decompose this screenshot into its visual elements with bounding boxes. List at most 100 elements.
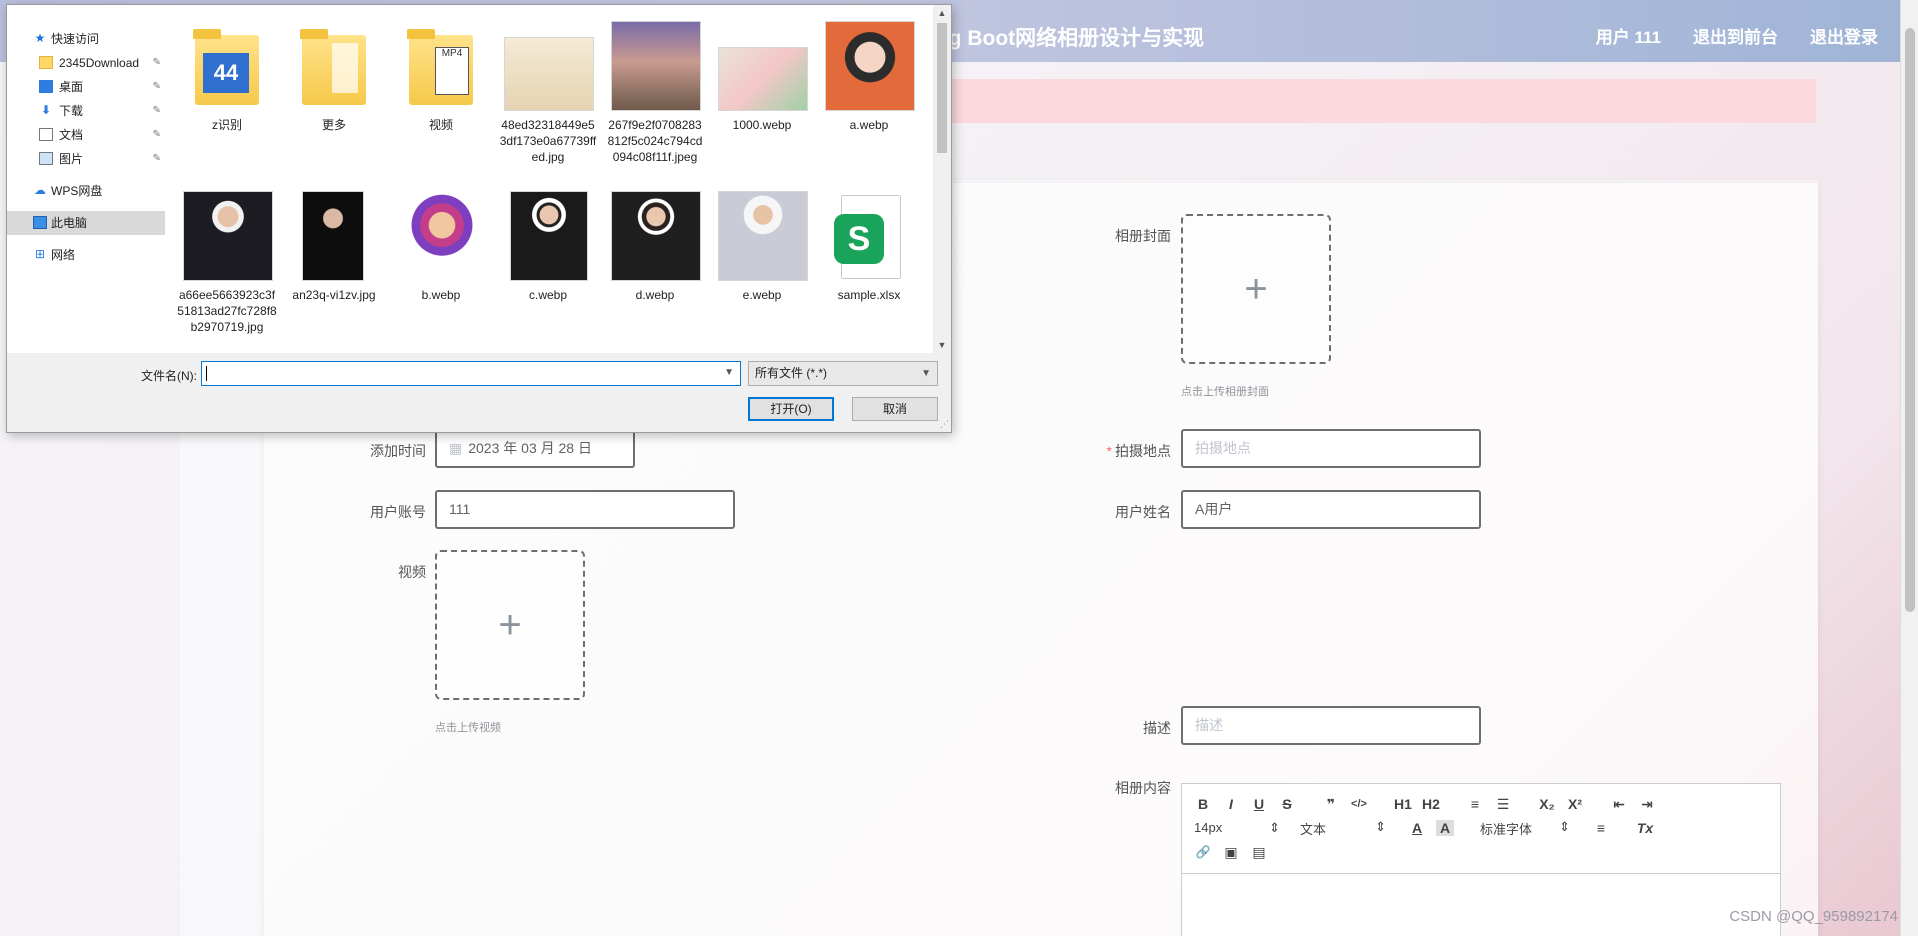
file-item[interactable]: b.webp	[391, 191, 491, 303]
image-thumbnail	[611, 21, 701, 111]
file-item[interactable]: d.webp	[605, 191, 705, 303]
ordered-list-button[interactable]: ≡	[1466, 796, 1484, 812]
file-item[interactable]: a66ee5663923c3f51813ad27fc728f8b2970719.…	[177, 191, 277, 335]
bullet-list-button[interactable]: ☰	[1494, 796, 1512, 813]
file-item[interactable]: a.webp	[819, 21, 919, 133]
italic-button[interactable]: I	[1222, 796, 1240, 812]
pin-icon: ✎	[152, 129, 161, 140]
folder-icon: MP4	[407, 29, 473, 105]
image-thumbnail	[718, 47, 808, 111]
alert-banner	[950, 79, 1816, 123]
nav-logout[interactable]: 退出登录	[1810, 23, 1878, 48]
superscript-button[interactable]: X²	[1566, 796, 1584, 812]
nav-wps[interactable]: ☁ WPS网盘	[7, 179, 165, 203]
nav-back-to-front[interactable]: 退出到前台	[1693, 23, 1778, 48]
image-thumbnail	[397, 191, 487, 281]
image-button[interactable]: ▣	[1222, 844, 1240, 861]
open-button[interactable]: 打开(O)	[748, 397, 834, 421]
nav-item-pictures[interactable]: 图片 ✎	[7, 147, 165, 171]
filename-input[interactable]: ▼	[201, 361, 741, 386]
image-thumbnail	[611, 191, 701, 281]
chevron-down-icon: ▼	[921, 368, 931, 379]
underline-button[interactable]: U	[1250, 796, 1268, 812]
h2-button[interactable]: H2	[1422, 796, 1440, 812]
nav-item-2345download[interactable]: 2345Download ✎	[7, 51, 165, 75]
font-size-select[interactable]: 14px ⇕	[1194, 820, 1280, 836]
file-item[interactable]: c.webp	[498, 191, 598, 303]
indent-button[interactable]: ⇥	[1638, 796, 1656, 813]
nav-item-documents[interactable]: 文档 ✎	[7, 123, 165, 147]
toolbar-row-insert: 🔗 ▣ ▤	[1194, 840, 1768, 864]
file-item[interactable]: 267f9e2f0708283812f5c024c794cd094c08f11f…	[605, 21, 705, 165]
outdent-button[interactable]: ⇤	[1610, 796, 1628, 813]
code-block-button[interactable]: </>	[1350, 798, 1368, 810]
font-family-select[interactable]: 标准字体 ⇕	[1480, 819, 1570, 838]
scroll-down-icon[interactable]: ▼	[933, 337, 951, 353]
description-label: 描述	[1143, 720, 1171, 736]
picture-icon	[39, 152, 53, 165]
cover-uploader[interactable]: +	[1181, 214, 1331, 364]
nav-this-pc[interactable]: 此电脑	[7, 211, 165, 235]
cancel-button[interactable]: 取消	[852, 397, 938, 421]
bold-button[interactable]: B	[1194, 796, 1212, 812]
add-time-field[interactable]: ▦ 2023 年 03 月 28 日	[435, 429, 635, 468]
description-input[interactable]: 描述	[1181, 706, 1481, 745]
toolbar-row-format: B I U S ❞ </> H1 H2 ≡ ☰ X₂ X² ⇤ ⇥	[1194, 792, 1768, 816]
nav-item-desktop[interactable]: 桌面 ✎	[7, 75, 165, 99]
video-uploader[interactable]: +	[435, 550, 585, 700]
file-item[interactable]: 44 z识别	[177, 21, 277, 133]
nav-quick-access[interactable]: ★ 快速访问	[7, 27, 165, 51]
required-mark: *	[1106, 443, 1112, 459]
image-thumbnail	[504, 37, 594, 111]
filetype-select[interactable]: 所有文件 (*.*) ▼	[748, 361, 938, 386]
page-scrollbar-thumb[interactable]	[1905, 28, 1915, 612]
rich-text-editor[interactable]: B I U S ❞ </> H1 H2 ≡ ☰ X₂ X² ⇤ ⇥ 14px ⇕ …	[1181, 783, 1781, 936]
video-button[interactable]: ▤	[1250, 844, 1268, 861]
subscript-button[interactable]: X₂	[1538, 796, 1556, 812]
background-color-button[interactable]: A	[1436, 820, 1454, 836]
updown-icon: ⇕	[1269, 820, 1280, 835]
user-name-field[interactable]: A用户	[1181, 490, 1481, 529]
user-account-field[interactable]: 111	[435, 490, 735, 529]
nav-network[interactable]: ⊞ 网络	[7, 243, 165, 267]
plus-icon: +	[1244, 266, 1268, 311]
pin-icon: ✎	[152, 153, 161, 164]
text-type-select[interactable]: 文本 ⇕	[1300, 819, 1386, 838]
file-grid-scrollbar-thumb[interactable]	[937, 23, 947, 153]
star-icon: ★	[34, 31, 46, 45]
file-item[interactable]: 更多	[284, 21, 384, 133]
pin-icon: ✎	[152, 105, 161, 116]
nav-user[interactable]: 用户 111	[1596, 23, 1661, 48]
file-item[interactable]: e.webp	[712, 191, 812, 303]
add-time-label: 添加时间	[370, 443, 426, 459]
file-item[interactable]: MP4 视频	[391, 21, 491, 133]
image-thumbnail	[183, 191, 273, 281]
file-item[interactable]: 1000.webp	[712, 21, 812, 133]
file-item[interactable]: S sample.xlsx	[819, 191, 919, 303]
toolbar-row-style: 14px ⇕ 文本 ⇕ A A 标准字体 ⇕ ≡ Tx	[1194, 816, 1768, 840]
add-time-value: 2023 年 03 月 28 日	[468, 440, 592, 456]
folder-icon	[300, 29, 366, 105]
dialog-nav-pane: ★ 快速访问 2345Download ✎ 桌面 ✎ ⬇ 下载 ✎ 文档 ✎ 图片 ✎ ☁ WP…	[7, 5, 165, 353]
file-item[interactable]: an23q-vi1zv.jpg	[284, 191, 384, 303]
folder-icon	[39, 56, 53, 69]
page-scrollbar[interactable]	[1900, 0, 1918, 936]
location-input[interactable]: 拍摄地点	[1181, 429, 1481, 468]
updown-icon: ⇕	[1375, 818, 1386, 834]
font-color-button[interactable]: A	[1408, 820, 1426, 836]
chevron-down-icon[interactable]: ▼	[724, 367, 734, 378]
link-button[interactable]: 🔗	[1194, 845, 1212, 859]
strike-button[interactable]: S	[1278, 796, 1296, 812]
cover-label: 相册封面	[1115, 228, 1171, 244]
h1-button[interactable]: H1	[1394, 796, 1412, 812]
user-name-label: 用户姓名	[1115, 504, 1171, 520]
scroll-up-icon[interactable]: ▲	[933, 5, 951, 21]
clear-format-button[interactable]: Tx	[1636, 820, 1654, 836]
nav-item-downloads[interactable]: ⬇ 下载 ✎	[7, 99, 165, 123]
file-item[interactable]: 48ed32318449e53df173e0a67739ffed.jpg	[498, 21, 598, 165]
blockquote-button[interactable]: ❞	[1322, 796, 1340, 813]
file-grid-scrollbar[interactable]: ▲ ▼	[933, 5, 951, 353]
align-button[interactable]: ≡	[1592, 820, 1610, 836]
resize-grip-icon[interactable]: ⋰	[940, 419, 949, 430]
image-thumbnail	[510, 191, 588, 281]
